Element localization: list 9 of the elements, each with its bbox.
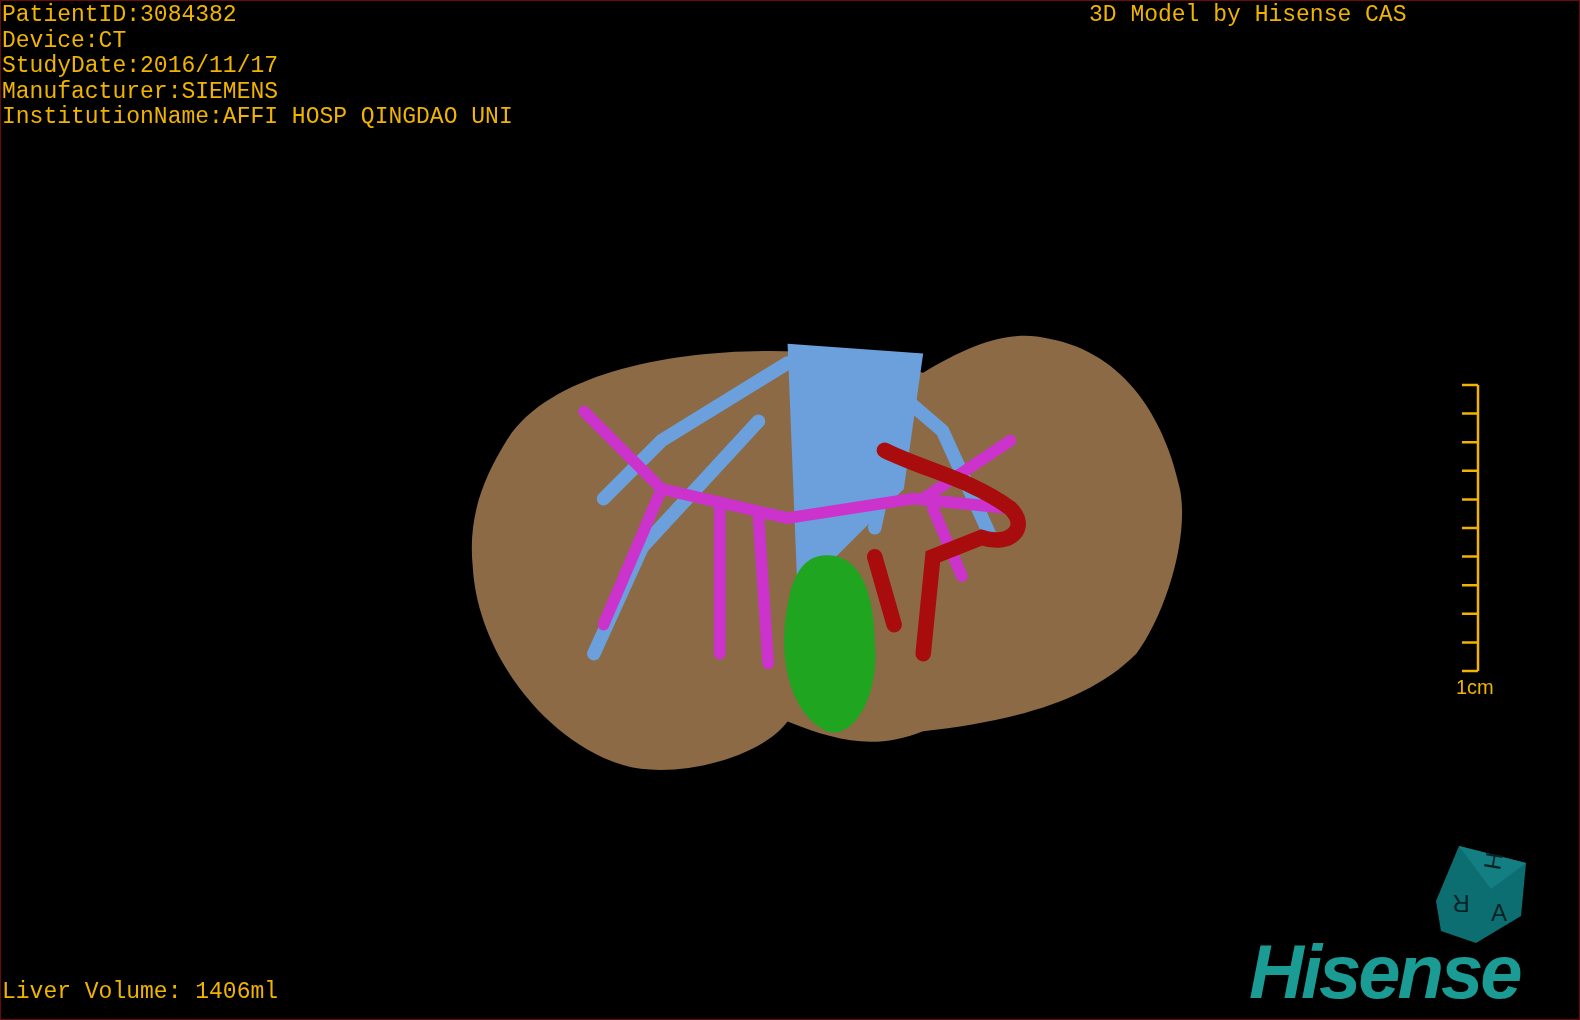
study-info-text: Device:CT bbox=[2, 28, 127, 54]
model-credit-text: 3D Model by Hisense CAS bbox=[1089, 3, 1407, 29]
study-info-text: StudyDate:2016/11/17 bbox=[2, 54, 279, 80]
liver-volume-text: Liver Volume: 1406ml bbox=[2, 980, 279, 1005]
study-info-text: PatientID:3084382 bbox=[2, 3, 237, 29]
logo: Hisense bbox=[1249, 933, 1520, 1011]
scale-label: 1cm bbox=[1456, 675, 1494, 699]
study-info-text: InstitutionName:AFFI HOSP QINGDAO UNI bbox=[2, 105, 513, 131]
study-info-text: Manufacturer:SIEMENS bbox=[2, 79, 279, 105]
